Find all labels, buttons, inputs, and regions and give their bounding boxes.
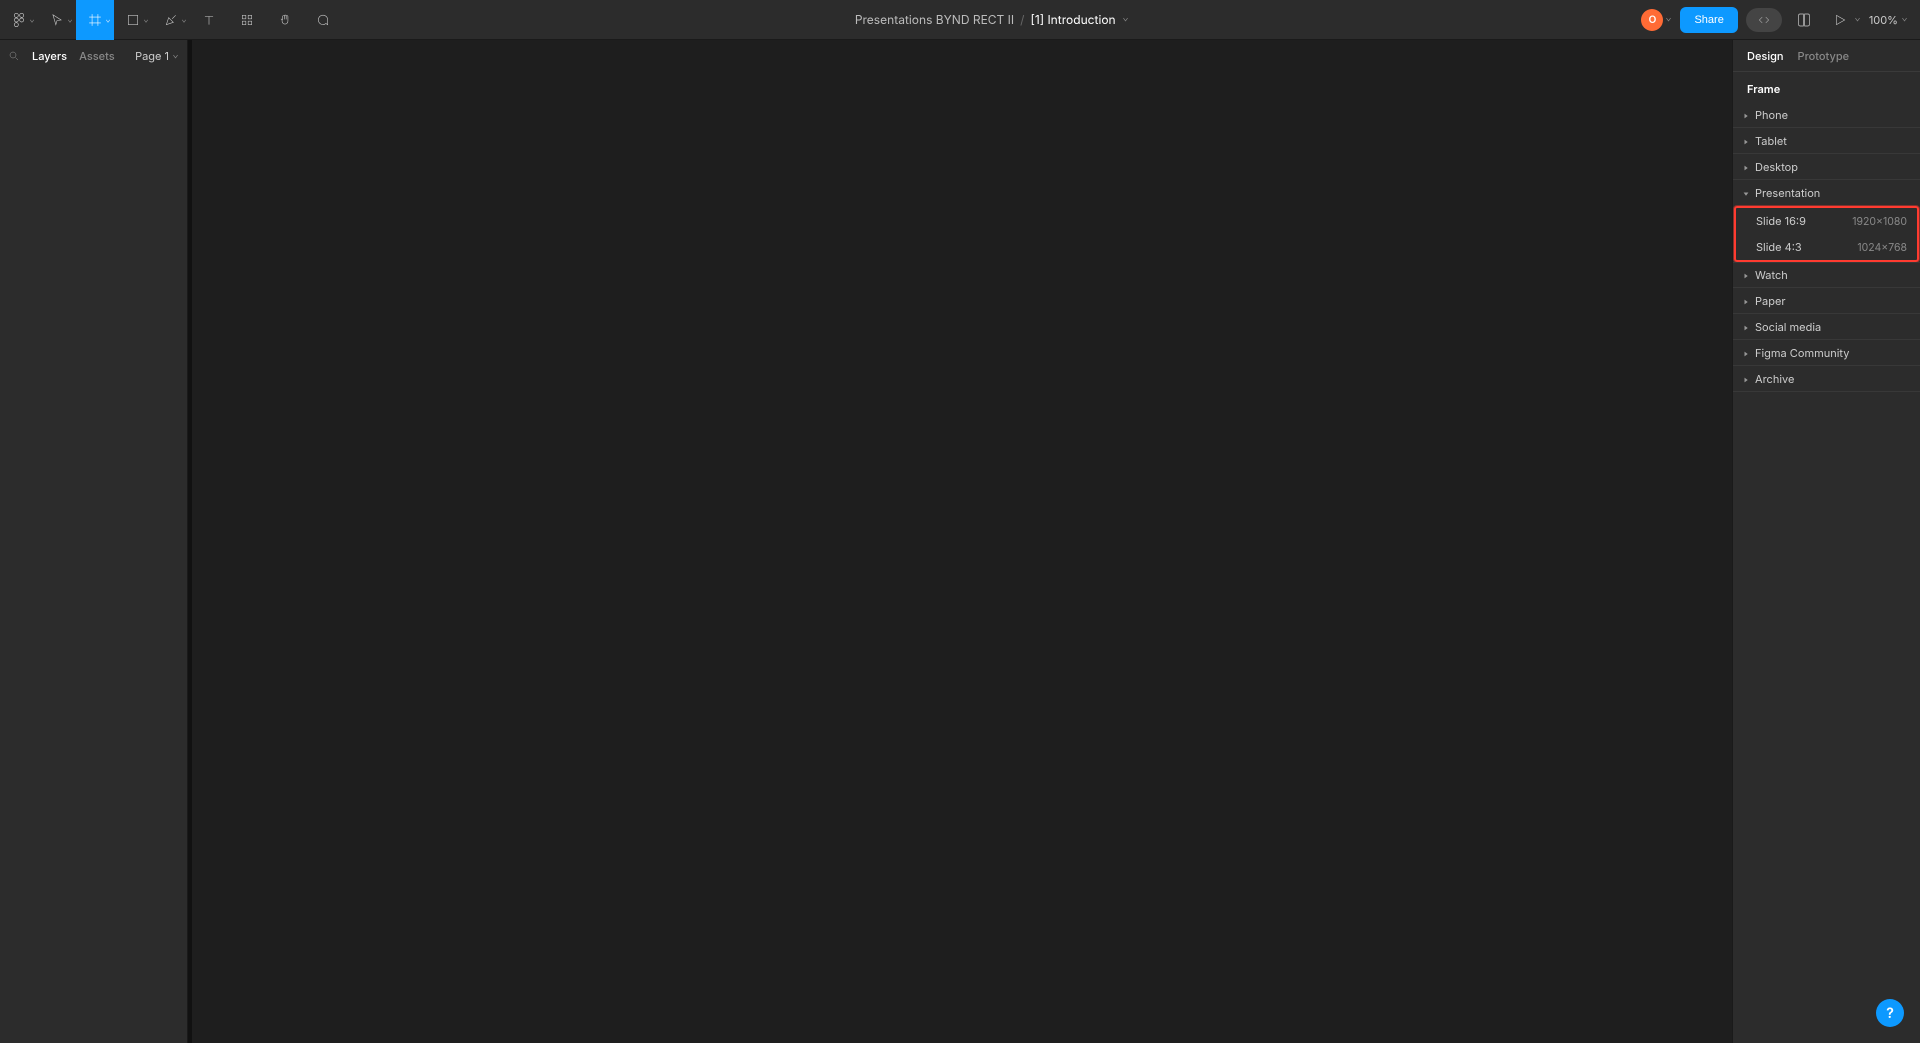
user-avatar[interactable]: O <box>1641 9 1663 31</box>
preset-label: Tablet <box>1755 134 1787 148</box>
chevron-right-icon <box>1743 160 1749 174</box>
chevron-right-icon <box>1743 346 1749 360</box>
chevron-down-icon <box>1854 16 1861 23</box>
preset-label: Archive <box>1755 372 1794 386</box>
highlighted-presets: Slide 16:9 1920×1080 Slide 4:3 1024×768 <box>1734 206 1919 262</box>
main-menu-button[interactable] <box>0 0 38 40</box>
chevron-down-icon[interactable] <box>1122 16 1129 23</box>
preset-sub-label: Slide 16:9 <box>1756 214 1806 228</box>
layers-tab[interactable]: Layers <box>32 49 67 63</box>
preset-sub-label: Slide 4:3 <box>1756 240 1802 254</box>
preset-label: Paper <box>1755 294 1786 308</box>
chevron-right-icon <box>1743 320 1749 334</box>
main-area: Layers Assets Page 1 Design Prototype Fr… <box>0 40 1920 1043</box>
canvas[interactable] <box>188 40 1732 1043</box>
move-tool-button[interactable] <box>38 0 76 40</box>
preset-phone[interactable]: Phone <box>1733 102 1920 128</box>
preset-slide-16-9[interactable]: Slide 16:9 1920×1080 <box>1736 208 1917 234</box>
preset-slide-4-3[interactable]: Slide 4:3 1024×768 <box>1736 234 1917 260</box>
book-icon <box>1796 12 1812 28</box>
play-icon <box>1833 13 1847 27</box>
left-panel-header: Layers Assets Page 1 <box>0 40 187 72</box>
preset-label: Social media <box>1755 320 1821 334</box>
chevron-right-icon <box>1743 372 1749 386</box>
preset-archive[interactable]: Archive <box>1733 366 1920 392</box>
breadcrumb: Presentations BYND RECT II / [1] Introdu… <box>855 12 1129 27</box>
toolbar-left <box>0 0 342 39</box>
preset-label: Watch <box>1755 268 1788 282</box>
figma-logo-icon <box>11 12 27 28</box>
pen-tool-button[interactable] <box>152 0 190 40</box>
chevron-right-icon <box>1743 134 1749 148</box>
pen-icon <box>164 13 178 27</box>
frame-tool-button[interactable] <box>76 0 114 40</box>
preset-sub-dims: 1920×1080 <box>1852 215 1907 228</box>
frame-section-title: Frame <box>1733 72 1920 102</box>
page-label: Page 1 <box>135 49 169 63</box>
preset-social-media[interactable]: Social media <box>1733 314 1920 340</box>
share-button[interactable]: Share <box>1680 7 1737 33</box>
chevron-right-icon <box>1743 294 1749 308</box>
avatar-group[interactable]: O <box>1641 9 1672 31</box>
resources-tool-button[interactable] <box>228 0 266 40</box>
library-button[interactable] <box>1790 6 1818 34</box>
cursor-icon <box>50 13 64 27</box>
chevron-down-icon <box>1743 186 1749 200</box>
dev-mode-toggle[interactable] <box>1746 8 1782 32</box>
chevron-down-icon <box>105 13 111 27</box>
canvas-scrollbar[interactable] <box>188 40 192 1043</box>
preset-sub-dims: 1024×768 <box>1857 241 1907 254</box>
preset-desktop[interactable]: Desktop <box>1733 154 1920 180</box>
breadcrumb-current[interactable]: [1] Introduction <box>1030 12 1115 27</box>
chevron-right-icon <box>1743 268 1749 282</box>
preset-label: Figma Community <box>1755 346 1849 360</box>
preset-label: Presentation <box>1755 186 1820 200</box>
shape-tool-button[interactable] <box>114 0 152 40</box>
code-icon <box>1757 13 1771 27</box>
preset-paper[interactable]: Paper <box>1733 288 1920 314</box>
chevron-down-icon <box>181 13 187 27</box>
text-tool-button[interactable] <box>190 0 228 40</box>
design-tab[interactable]: Design <box>1747 49 1784 63</box>
resources-icon <box>240 13 254 27</box>
top-toolbar: Presentations BYND RECT II / [1] Introdu… <box>0 0 1920 40</box>
frame-icon <box>88 13 102 27</box>
text-icon <box>202 13 216 27</box>
rectangle-icon <box>126 13 140 27</box>
toolbar-right: O Share 100% <box>1641 6 1920 34</box>
zoom-value: 100% <box>1869 13 1898 27</box>
page-selector[interactable]: Page 1 <box>135 49 179 63</box>
chevron-right-icon <box>1743 108 1749 122</box>
layers-list <box>0 72 187 1043</box>
right-panel-tabs: Design Prototype <box>1733 40 1920 72</box>
search-icon <box>8 50 20 62</box>
chevron-down-icon <box>1901 16 1908 23</box>
search-button[interactable] <box>8 50 20 62</box>
zoom-control[interactable]: 100% <box>1869 13 1908 27</box>
breadcrumb-parent[interactable]: Presentations BYND RECT II <box>855 12 1014 27</box>
assets-tab[interactable]: Assets <box>79 49 115 63</box>
prototype-tab[interactable]: Prototype <box>1798 49 1850 63</box>
comment-icon <box>316 13 330 27</box>
preset-label: Phone <box>1755 108 1788 122</box>
preset-watch[interactable]: Watch <box>1733 262 1920 288</box>
breadcrumb-separator: / <box>1020 12 1024 27</box>
chevron-down-icon <box>143 13 149 27</box>
present-button[interactable] <box>1826 6 1861 34</box>
preset-presentation[interactable]: Presentation <box>1733 180 1920 206</box>
preset-tablet[interactable]: Tablet <box>1733 128 1920 154</box>
chevron-down-icon <box>29 13 35 27</box>
hand-tool-button[interactable] <box>266 0 304 40</box>
chevron-down-icon <box>1665 16 1672 23</box>
help-button[interactable]: ? <box>1876 999 1904 1027</box>
comment-tool-button[interactable] <box>304 0 342 40</box>
right-panel: Design Prototype Frame Phone Tablet Desk… <box>1732 40 1920 1043</box>
left-panel: Layers Assets Page 1 <box>0 40 188 1043</box>
chevron-down-icon <box>172 53 179 60</box>
hand-icon <box>278 13 292 27</box>
chevron-down-icon <box>67 13 73 27</box>
preset-label: Desktop <box>1755 160 1798 174</box>
preset-figma-community[interactable]: Figma Community <box>1733 340 1920 366</box>
